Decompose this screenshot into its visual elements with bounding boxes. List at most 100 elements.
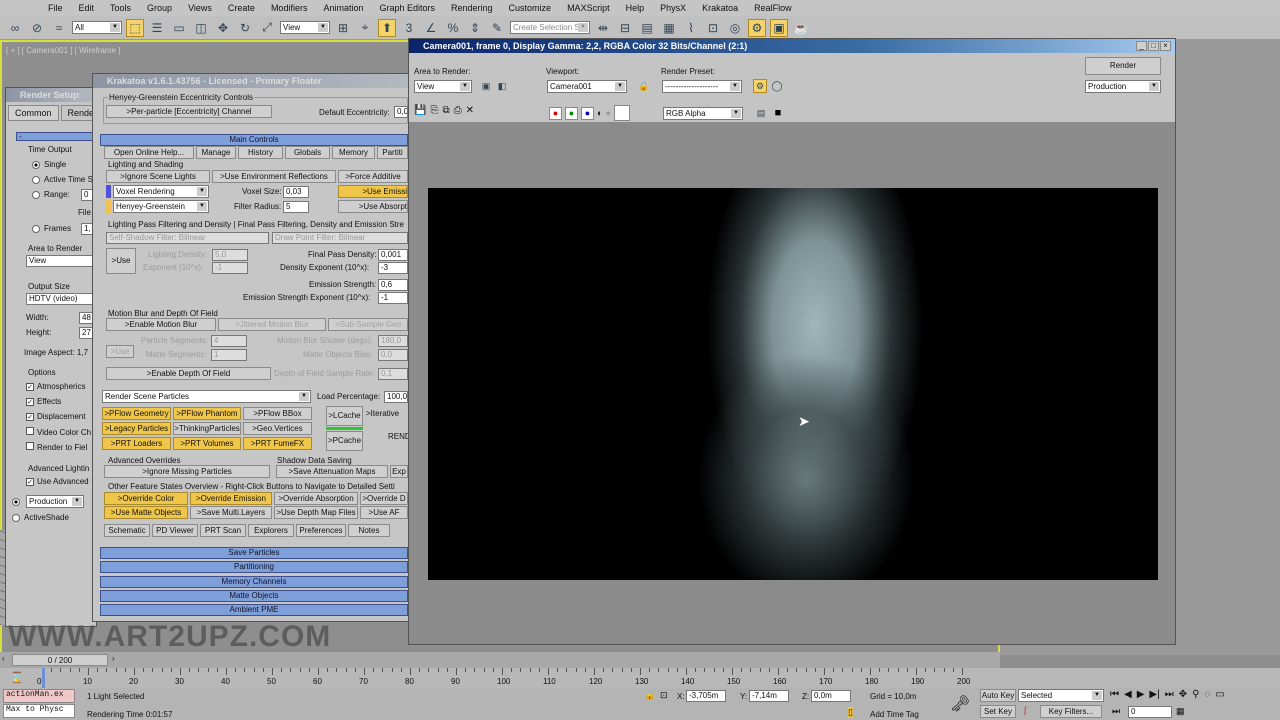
use-depth-map-files-button[interactable]: >Use Depth Map Files xyxy=(274,506,358,519)
render-mode-dropdown[interactable]: Production xyxy=(1085,80,1161,93)
add-time-tag[interactable]: Add Time Tag xyxy=(870,710,919,719)
override-density-button[interactable]: >Override D xyxy=(360,492,408,505)
menu-tools[interactable]: Tools xyxy=(102,3,139,13)
menu-customize[interactable]: Customize xyxy=(501,3,560,13)
radio-production[interactable] xyxy=(12,497,24,506)
prt-loaders-button[interactable]: >PRT Loaders xyxy=(102,437,171,450)
zoom-icon[interactable]: ⚲ xyxy=(1192,689,1199,700)
frame-ruler[interactable]: 0 10 20 30 40 50 60 70 80 90 100 110 120 130 140 150 160… xyxy=(37,668,970,688)
minimize-button[interactable]: _ xyxy=(1136,41,1147,51)
environment-icon[interactable]: ◯ xyxy=(770,79,784,93)
prt-scan-button[interactable]: PRT Scan xyxy=(200,524,246,537)
menu-file[interactable]: File xyxy=(40,3,71,13)
ignore-scene-lights-button[interactable]: >Ignore Scene Lights xyxy=(106,170,210,183)
menu-realflow[interactable]: RealFlow xyxy=(746,3,800,13)
menu-help[interactable]: Help xyxy=(618,3,653,13)
move-icon[interactable]: ✥ xyxy=(214,19,232,37)
maximize-viewport-icon[interactable]: ▭ xyxy=(1215,689,1224,700)
menu-modifiers[interactable]: Modifiers xyxy=(263,3,316,13)
select-by-name-icon[interactable]: ☰ xyxy=(148,19,166,37)
time-slider-track[interactable]: ‹ 0 / 200 › xyxy=(0,652,1000,668)
pcache-button[interactable]: >PCache xyxy=(326,431,363,451)
menu-maxscript[interactable]: MAXScript xyxy=(559,3,618,13)
globals-button[interactable]: Globals xyxy=(285,146,330,159)
override-absorption-button[interactable]: >Override Absorption xyxy=(274,492,358,505)
matte-objects-rollout[interactable]: Matte Objects xyxy=(100,590,408,602)
bind-spacewarp-icon[interactable]: ≈ xyxy=(50,19,68,37)
open-online-help-button[interactable]: Open Online Help... xyxy=(104,146,194,159)
voxel-size-input[interactable]: 0,03 xyxy=(283,186,309,198)
rotate-icon[interactable]: ↻ xyxy=(236,19,254,37)
render-preset-dropdown[interactable]: -------------------- xyxy=(662,80,742,93)
use-absorption-button[interactable]: >Use Absorpt xyxy=(338,200,408,213)
render-mode-dropdown[interactable]: Voxel Rendering xyxy=(113,185,209,198)
default-tangent-icon[interactable]: ∫ xyxy=(1024,705,1026,715)
partitioning-rollout[interactable]: Partitioning xyxy=(100,561,408,573)
select-object-icon[interactable]: ⬚ xyxy=(126,18,144,37)
go-to-start-icon[interactable]: ⏮ xyxy=(1110,689,1119,700)
phase-function-dropdown[interactable]: Henyey-Greenstein xyxy=(113,200,209,213)
use-matte-objects-button[interactable]: >Use Matte Objects xyxy=(104,506,188,519)
preferences-button[interactable]: Preferences xyxy=(296,524,346,537)
time-config-icon[interactable]: ▦ xyxy=(1176,706,1185,717)
save-image-icon[interactable]: 💾 xyxy=(414,105,426,116)
filter-radius-input[interactable]: 5 xyxy=(283,201,309,213)
prt-fumefx-button[interactable]: >PRT FumeFX xyxy=(243,437,312,450)
exponent-input[interactable]: -1 xyxy=(212,262,248,274)
menu-physx[interactable]: PhysX xyxy=(652,3,694,13)
check-video-color[interactable]: Video Color Ch xyxy=(26,427,91,437)
notes-button[interactable]: Notes xyxy=(348,524,390,537)
manipulate-icon[interactable]: ⌖ xyxy=(356,19,374,37)
tab-common[interactable]: Common xyxy=(8,105,59,121)
main-controls-rollout[interactable]: Main Controls xyxy=(100,134,408,146)
check-render-fields[interactable]: Render to Fiel xyxy=(26,442,87,452)
radio-activeshade[interactable]: ActiveShade xyxy=(12,513,69,522)
named-selection-input[interactable]: Create Selection Se xyxy=(510,21,590,34)
key-filters-button[interactable]: Key Filters... xyxy=(1040,705,1102,718)
schematic-button[interactable]: Schematic xyxy=(104,524,150,537)
current-frame-marker[interactable] xyxy=(42,668,45,688)
preset-dropdown[interactable]: Production xyxy=(26,495,84,508)
render-production-icon[interactable]: ☕ xyxy=(792,19,810,37)
selection-lock-icon[interactable]: 🔒 xyxy=(644,690,655,701)
menu-rendering[interactable]: Rendering xyxy=(443,3,501,13)
radio-range[interactable]: Range: xyxy=(32,190,70,199)
save-attenuation-maps-button[interactable]: >Save Attenuation Maps xyxy=(276,465,388,478)
menu-graph-editors[interactable]: Graph Editors xyxy=(371,3,443,13)
graphite-icon[interactable]: ▦ xyxy=(660,19,678,37)
lock-icon[interactable]: 🔒 xyxy=(637,79,651,93)
jittered-motion-blur-button[interactable]: >Jittered Motion Blur xyxy=(218,318,326,331)
save-multi-layers-button[interactable]: >Save Multi.Layers xyxy=(190,506,272,519)
viewport-label[interactable]: [ + ] [ Camera001 ] [ Wireframe ] xyxy=(6,46,120,55)
keyboard-shortcut-icon[interactable]: ⬆ xyxy=(378,18,396,37)
schematic-icon[interactable]: ⊡ xyxy=(704,19,722,37)
scale-icon[interactable]: ⤢ xyxy=(258,19,276,37)
print-icon[interactable]: ⎙ xyxy=(454,105,462,116)
iterative-button[interactable]: >Iterative xyxy=(366,409,399,418)
krakatoa-title[interactable]: Krakatoa v1.6.1.43756 - Licensed - Prima… xyxy=(93,74,408,88)
load-percentage-input[interactable]: 100,0 xyxy=(384,391,408,403)
override-emission-button[interactable]: >Override Emission xyxy=(190,492,272,505)
history-button[interactable]: History xyxy=(238,146,283,159)
auto-region-icon[interactable]: ◧ xyxy=(495,79,509,93)
thinking-particles-button[interactable]: >ThinkingParticles xyxy=(173,422,241,435)
next-frame-icon[interactable]: ▶| xyxy=(1149,689,1159,700)
memory-channels-rollout[interactable]: Memory Channels xyxy=(100,576,408,588)
radio-single[interactable]: Single xyxy=(32,160,66,169)
red-channel-toggle[interactable]: ● xyxy=(549,106,562,120)
edit-region-icon[interactable]: ▣ xyxy=(479,79,493,93)
align-icon[interactable]: ⊟ xyxy=(616,19,634,37)
common-rollout-header[interactable]: - xyxy=(16,132,96,141)
spinner-snap-icon[interactable]: ⇕ xyxy=(466,19,484,37)
emission-exponent-input[interactable]: -1 xyxy=(378,292,408,304)
clone-frame-icon[interactable]: ⧉ xyxy=(442,105,449,116)
pd-viewer-button[interactable]: PD Viewer xyxy=(152,524,198,537)
enable-dof-button[interactable]: >Enable Depth Of Field xyxy=(106,367,271,380)
ignore-missing-particles-button[interactable]: >Ignore Missing Particles xyxy=(104,465,270,478)
radio-frames[interactable]: Frames xyxy=(32,224,71,233)
x-coord-input[interactable]: -3,705m xyxy=(686,690,726,702)
maximize-button[interactable]: □ xyxy=(1148,41,1159,51)
force-additive-button[interactable]: >Force Additive xyxy=(338,170,408,183)
default-eccentricity-input[interactable]: 0,0 xyxy=(394,106,408,118)
render-button[interactable]: Render xyxy=(1085,57,1161,75)
